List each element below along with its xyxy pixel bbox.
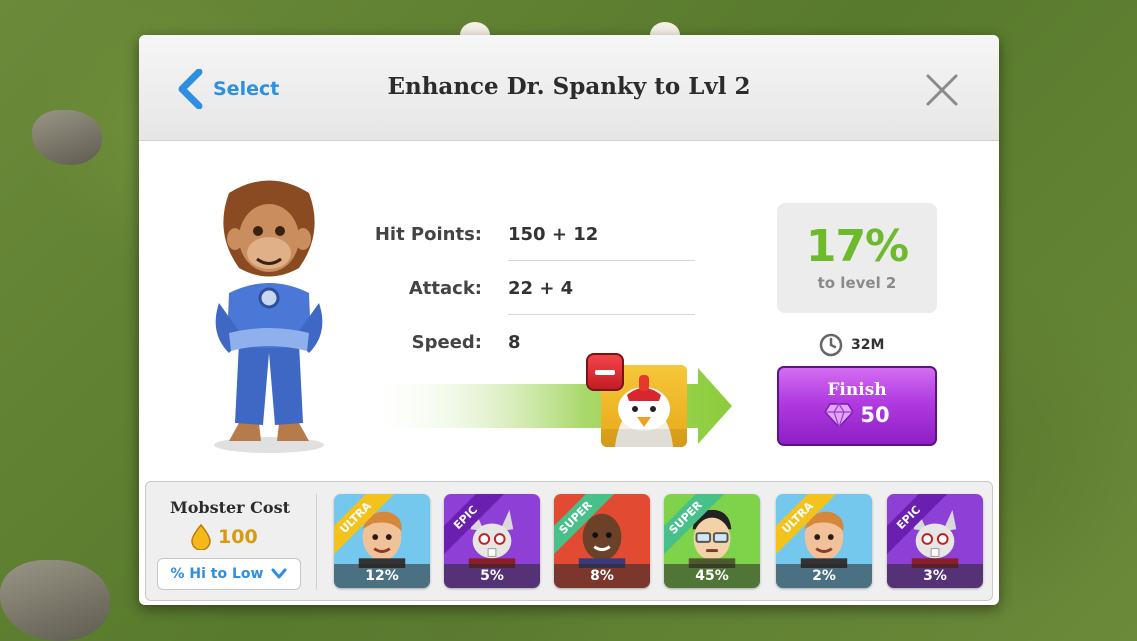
card-percent: 2% [776,564,872,588]
minus-icon [595,369,615,375]
mobster-card[interactable]: EPIC 5% [444,494,540,588]
progress-subtitle: to level 2 [817,274,897,292]
finish-button[interactable]: Finish 50 [777,366,937,446]
stat-label: Hit Points: [374,223,482,245]
card-percent: 3% [887,564,983,588]
mobster-card[interactable]: ULTRA 2% [776,494,872,588]
cost-value: 100 [190,524,258,550]
card-percent: 12% [334,564,430,588]
sort-dropdown[interactable]: % Hi to Low [157,558,301,590]
mobster-card[interactable]: ULTRA 12% [334,494,430,588]
stats-list: Hit Points: 150 + 12 Attack: 22 + 4 Spee… [364,207,699,369]
stat-value: 22 + 4 [508,277,574,299]
card-percent: 45% [664,564,760,588]
timer: 32M [819,333,884,357]
mobster-card[interactable]: SUPER 45% [664,494,760,588]
cost-title: Mobster Cost [170,498,290,517]
finish-cost: 50 [779,402,935,428]
background-rock [32,110,102,165]
progress-percent: 17% [805,221,909,272]
mobster-card[interactable]: SUPER 8% [554,494,650,588]
stat-label: Attack: [408,277,482,299]
background-rock [0,560,110,641]
mobster-card[interactable]: EPIC 3% [887,494,983,588]
finish-label: Finish [827,380,887,400]
stat-row-speed: Speed: 8 [364,315,699,369]
stat-row-attack: Attack: 22 + 4 [364,261,699,315]
cost-amount: 100 [218,526,258,548]
finish-cost-value: 50 [860,403,890,427]
progress-panel: 17% to level 2 [777,203,937,313]
dialog-header: Select Enhance Dr. Spanky to Lvl 2 [139,35,999,141]
enhance-dialog: Select Enhance Dr. Spanky to Lvl 2 Hit P… [139,35,999,605]
stat-value: 150 + 12 [508,223,599,245]
remove-mobster-button[interactable] [586,353,624,391]
stat-value: 8 [508,331,521,353]
monkey-character-portrait [214,180,324,453]
stat-row-hit-points: Hit Points: 150 + 12 [364,207,699,261]
chevron-down-icon [271,568,287,579]
close-icon[interactable] [925,73,959,107]
stat-label: Speed: [411,331,482,353]
oil-drop-icon [191,524,211,550]
divider [316,494,317,590]
clock-icon [819,333,843,357]
gem-icon [824,402,855,428]
timer-label: 32M [851,337,885,353]
sort-label: % Hi to Low [170,566,264,582]
mobster-selection-bar: Mobster Cost 100 % Hi to Low ULTRA 12% EPI… [145,481,993,601]
card-percent: 8% [554,564,650,588]
dialog-title: Enhance Dr. Spanky to Lvl 2 [387,73,751,100]
card-percent: 5% [444,564,540,588]
